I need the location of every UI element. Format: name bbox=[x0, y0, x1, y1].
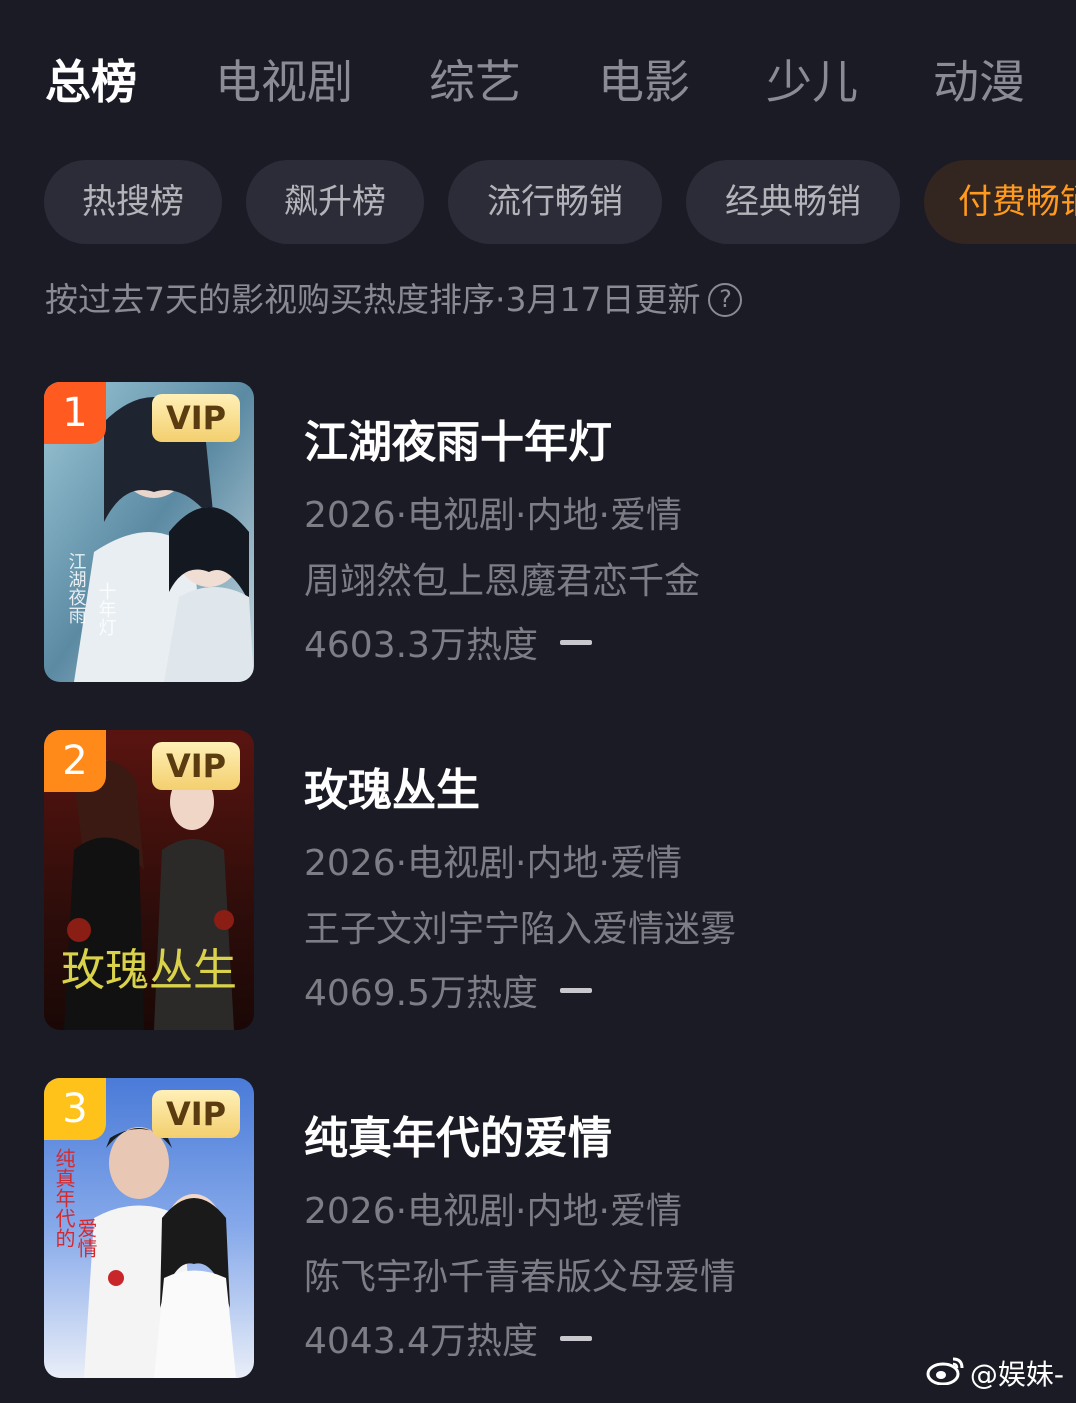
chip-paid-bestseller[interactable]: 付费畅销 bbox=[924, 160, 1076, 244]
item-heat: 4069.5万热度 bbox=[304, 964, 592, 1016]
item-title[interactable]: 江湖夜雨十年灯 bbox=[304, 406, 612, 470]
svg-text:十年灯: 十年灯 bbox=[96, 582, 117, 636]
rank-badge: 1 bbox=[44, 382, 106, 444]
chip-classic-bestseller[interactable]: 经典畅销 bbox=[686, 160, 900, 244]
watermark: @娱妹- bbox=[926, 1353, 1064, 1393]
rank-badge: 2 bbox=[44, 730, 106, 792]
question-mark-icon[interactable]: ? bbox=[708, 283, 743, 317]
heat-value: 4043.4万热度 bbox=[304, 1321, 538, 1362]
rank-badge: 3 bbox=[44, 1078, 106, 1140]
item-meta: 2026·电视剧·内地·爱情 bbox=[304, 843, 682, 884]
tab-kids[interactable]: 少儿 bbox=[766, 52, 858, 112]
item-description: 陈飞宇孙千青春版父母爱情 bbox=[304, 1257, 737, 1298]
item-title[interactable]: 纯真年代的爱情 bbox=[304, 1102, 612, 1166]
vip-badge: VIP bbox=[152, 394, 240, 442]
chip-popular-bestseller[interactable]: 流行畅销 bbox=[448, 160, 662, 244]
list-item[interactable]: 纯真年代的 爱情 3 VIP 纯真年代的爱情 2026·电视剧·内地·爱情 陈飞… bbox=[44, 1078, 1044, 1378]
heat-value: 4603.3万热度 bbox=[304, 625, 538, 666]
tab-anime[interactable]: 动漫 bbox=[933, 52, 1025, 112]
tab-overall[interactable]: 总榜 bbox=[45, 52, 137, 112]
tab-tv-series[interactable]: 电视剧 bbox=[215, 52, 353, 112]
poster-image[interactable]: 纯真年代的 爱情 3 VIP bbox=[44, 1078, 254, 1378]
item-meta: 2026·电视剧·内地·爱情 bbox=[304, 1191, 682, 1232]
item-meta: 2026·电视剧·内地·爱情 bbox=[304, 495, 682, 536]
list-item[interactable]: 江湖夜雨 十年灯 1 VIP 江湖夜雨十年灯 2026·电视剧·内地·爱情 周翊… bbox=[44, 382, 1044, 682]
ranking-description-text: 按过去7天的影视购买热度排序·3月17日更新 bbox=[45, 280, 701, 319]
trend-flat-icon bbox=[559, 1335, 592, 1341]
trend-flat-icon bbox=[559, 987, 592, 993]
svg-text:玫瑰丛生: 玫瑰丛生 bbox=[61, 945, 237, 996]
poster-image[interactable]: 江湖夜雨 十年灯 1 VIP bbox=[44, 382, 254, 682]
svg-text:纯真年代的: 纯真年代的 bbox=[52, 1148, 76, 1248]
item-heat: 4043.4万热度 bbox=[304, 1312, 592, 1364]
item-title[interactable]: 玫瑰丛生 bbox=[304, 754, 480, 818]
poster-image[interactable]: 玫瑰丛生 2 VIP bbox=[44, 730, 254, 1030]
item-description: 周翊然包上恩魔君恋千金 bbox=[304, 561, 701, 602]
watermark-text: @娱妹- bbox=[969, 1358, 1064, 1391]
ranking-filter-chips: 热搜榜 飙升榜 流行畅销 经典畅销 付费畅销 bbox=[44, 160, 1076, 244]
category-tabs: 总榜 电视剧 综艺 电影 少儿 动漫 bbox=[45, 52, 1076, 112]
ranking-page: 总榜 电视剧 综艺 电影 少儿 动漫 热搜榜 飙升榜 流行畅销 经典畅销 付费畅… bbox=[0, 0, 1076, 1403]
trend-flat-icon bbox=[559, 639, 592, 645]
item-description: 王子文刘宇宁陷入爱情迷雾 bbox=[304, 909, 737, 950]
tab-variety[interactable]: 综艺 bbox=[429, 52, 521, 112]
vip-badge: VIP bbox=[152, 742, 240, 790]
chip-hot-search[interactable]: 热搜榜 bbox=[44, 160, 222, 244]
svg-text:江湖夜雨: 江湖夜雨 bbox=[66, 552, 87, 624]
tab-movie[interactable]: 电影 bbox=[598, 52, 690, 112]
heat-value: 4069.5万热度 bbox=[304, 973, 538, 1014]
item-heat: 4603.3万热度 bbox=[304, 616, 592, 668]
chip-rising[interactable]: 飙升榜 bbox=[246, 160, 424, 244]
list-item[interactable]: 玫瑰丛生 2 VIP 玫瑰丛生 2026·电视剧·内地·爱情 王子文刘宇宁陷入爱… bbox=[44, 730, 1044, 1030]
weibo-icon bbox=[926, 1355, 966, 1392]
ranking-description: 按过去7天的影视购买热度排序·3月17日更新 ? bbox=[45, 278, 743, 322]
svg-text:爱情: 爱情 bbox=[74, 1218, 98, 1258]
vip-badge: VIP bbox=[152, 1090, 240, 1138]
